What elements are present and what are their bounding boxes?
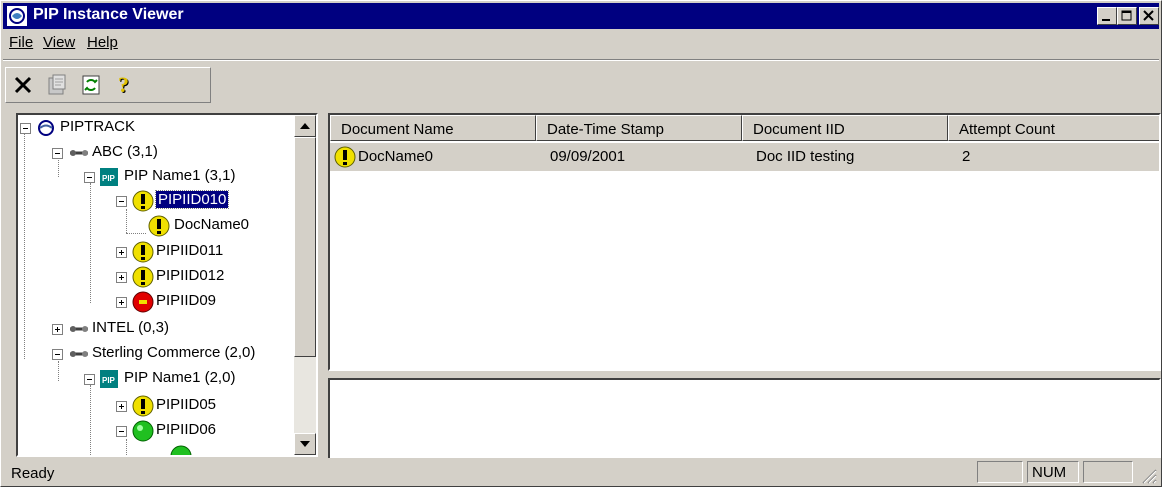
properties-button[interactable] bbox=[44, 72, 72, 98]
title-bar[interactable]: PIP Instance Viewer bbox=[3, 3, 1159, 29]
tree-node-label: PIPTRACK bbox=[60, 118, 136, 135]
window-title: PIP Instance Viewer bbox=[33, 6, 184, 23]
tree-line bbox=[126, 209, 127, 233]
status-bar: Ready NUM bbox=[3, 459, 1159, 486]
partner-icon bbox=[70, 351, 88, 357]
close-icon bbox=[1143, 10, 1154, 21]
status-text: Ready bbox=[11, 465, 55, 482]
tree-line bbox=[90, 385, 91, 455]
minimize-button[interactable] bbox=[1097, 7, 1117, 25]
scroll-thumb[interactable] bbox=[294, 137, 316, 357]
detail-pane[interactable] bbox=[328, 378, 1161, 458]
arrow-up-icon bbox=[300, 123, 310, 129]
tree-node-label: Sterling Commerce (2,0) bbox=[92, 344, 256, 361]
scroll-down-button[interactable] bbox=[294, 433, 316, 455]
tree-node-label: ABC (3,1) bbox=[92, 143, 158, 160]
status-panel-num: NUM bbox=[1027, 461, 1079, 483]
help-icon: ? ? bbox=[118, 72, 130, 98]
warning-icon bbox=[132, 241, 154, 263]
error-icon bbox=[132, 291, 154, 313]
maximize-button[interactable] bbox=[1117, 7, 1137, 25]
tree-node-label: PIPIID012 bbox=[156, 267, 225, 284]
app-icon bbox=[7, 6, 27, 26]
ok-icon bbox=[170, 445, 192, 455]
close-button[interactable] bbox=[1139, 7, 1159, 25]
warning-icon bbox=[132, 190, 154, 212]
svg-text:?: ? bbox=[118, 72, 129, 97]
resize-grip-icon[interactable] bbox=[1139, 466, 1157, 484]
tree-node-label: PIPIID011 bbox=[156, 242, 224, 259]
cell-attempt-count: 2 bbox=[962, 148, 971, 165]
table-row[interactable]: DocName0 09/09/2001 Doc IID testing 2 bbox=[330, 143, 1159, 171]
properties-icon bbox=[48, 74, 66, 95]
pip-icon: PIP bbox=[100, 168, 118, 186]
arrow-down-icon bbox=[300, 441, 310, 447]
cell-date-time-stamp: 09/09/2001 bbox=[550, 148, 626, 165]
cell-document-iid: Doc IID testing bbox=[756, 148, 855, 165]
warning-icon bbox=[334, 146, 356, 168]
tree-node-label: PIPIID010 bbox=[154, 190, 230, 209]
tree-node-label: PIPIID05 bbox=[156, 396, 217, 413]
menu-file[interactable]: File bbox=[9, 34, 33, 51]
help-button[interactable]: ? ? bbox=[112, 72, 140, 98]
column-header-date-time-stamp[interactable]: Date-Time Stamp bbox=[536, 115, 742, 141]
tree-node-label: PIP Name1 (2,0) bbox=[124, 369, 236, 386]
tree-node-label: INTEL (0,3) bbox=[92, 319, 169, 336]
tree-line bbox=[58, 157, 59, 177]
app-window: PIP Instance Viewer File View Help ? ? P… bbox=[0, 0, 1162, 487]
warning-icon bbox=[132, 395, 154, 417]
menu-separator bbox=[3, 59, 1159, 61]
pip-icon: PIP bbox=[100, 370, 118, 388]
status-panel-caps bbox=[977, 461, 1023, 483]
scroll-up-button[interactable] bbox=[294, 115, 316, 137]
document-list[interactable]: Document Name Date-Time Stamp Document I… bbox=[328, 113, 1161, 371]
tree-line bbox=[24, 131, 25, 359]
tree-line bbox=[126, 439, 127, 455]
cell-document-name: DocName0 bbox=[358, 148, 434, 165]
svg-text:PIP: PIP bbox=[102, 376, 116, 385]
refresh-button[interactable] bbox=[78, 72, 106, 98]
maximize-icon bbox=[1121, 10, 1132, 21]
tree-vertical-scrollbar[interactable] bbox=[294, 115, 316, 455]
warning-icon bbox=[132, 266, 154, 288]
refresh-icon bbox=[82, 75, 100, 95]
warning-icon bbox=[148, 215, 170, 237]
menu-help[interactable]: Help bbox=[87, 34, 118, 51]
delete-button[interactable] bbox=[10, 72, 38, 98]
network-icon bbox=[38, 120, 54, 136]
tree-line bbox=[58, 361, 59, 381]
svg-text:PIP: PIP bbox=[102, 174, 116, 183]
column-header-attempt-count[interactable]: Attempt Count bbox=[948, 115, 1159, 141]
tree-node-label: PIPIID09 bbox=[156, 292, 217, 309]
partner-icon bbox=[70, 326, 88, 332]
ok-icon bbox=[132, 420, 154, 442]
column-header-document-name[interactable]: Document Name bbox=[330, 115, 536, 141]
tree-node-label: PIPIID06 bbox=[156, 421, 217, 438]
column-header-document-iid[interactable]: Document IID bbox=[742, 115, 948, 141]
tree-line bbox=[90, 183, 91, 303]
toolbar: ? ? bbox=[5, 67, 211, 103]
menu-bar: File View Help bbox=[3, 31, 1159, 55]
tree-node-label: PIP Name1 (3,1) bbox=[124, 167, 236, 184]
tree-view[interactable]: PIPTRACK ABC (3,1) PIP PIP Name1 (3,1) P… bbox=[16, 113, 318, 457]
status-panel-scroll bbox=[1083, 461, 1133, 483]
tree-node-label: DocName0 bbox=[174, 216, 250, 233]
minimize-icon bbox=[1102, 19, 1110, 21]
menu-view[interactable]: View bbox=[43, 34, 75, 51]
delete-icon bbox=[14, 76, 32, 94]
tree-line bbox=[126, 233, 146, 234]
partner-icon bbox=[70, 150, 88, 156]
